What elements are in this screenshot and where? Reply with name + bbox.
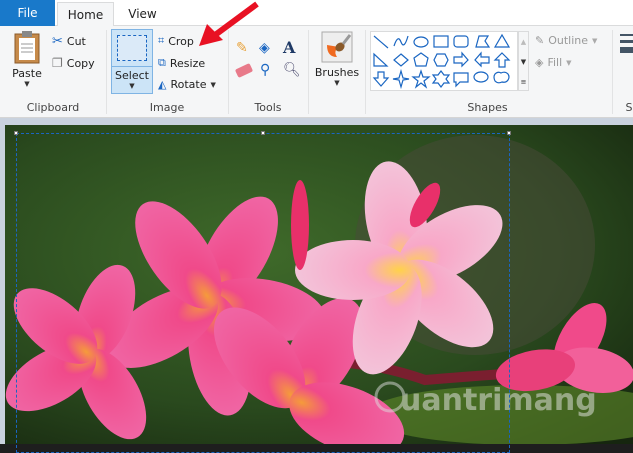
tab-file[interactable]: File [0, 0, 55, 26]
cut-button[interactable]: ✂ Cut [52, 34, 86, 49]
copy-button[interactable]: ❐ Copy [52, 56, 95, 70]
crop-icon: ⌗ [158, 34, 165, 47]
color-picker-icon[interactable]: ⚲ [260, 62, 270, 78]
paste-button[interactable]: Paste ▼ [8, 30, 46, 88]
shapes-gallery[interactable] [370, 31, 518, 91]
brush-icon [321, 31, 353, 63]
flower-photo[interactable]: uantrimang [5, 125, 633, 444]
selection-handle[interactable] [14, 131, 18, 135]
watermark-text: uantrimang [400, 383, 597, 418]
outline-pen-icon: ✎ [535, 34, 545, 47]
tab-view[interactable]: View [115, 2, 170, 26]
magnifier-icon[interactable]: 🔍︎ [283, 62, 301, 78]
group-label-shapes: Shapes [467, 101, 508, 114]
shapes-scrollbar[interactable]: ▲ ▼ ≡ [518, 31, 529, 91]
rotate-label: Rotate [170, 78, 207, 91]
brushes-label: Brushes [314, 66, 360, 79]
copy-icon: ❐ [52, 56, 63, 70]
fill-icon: ◈ [535, 56, 544, 69]
tab-home[interactable]: Home [57, 2, 114, 27]
crop-button[interactable]: ⌗ Crop [158, 34, 194, 48]
fill-label: Fill [547, 56, 563, 69]
select-button[interactable]: Select ▼ [111, 29, 153, 94]
outline-label: Outline [548, 34, 589, 47]
resize-icon: ⧉ [158, 56, 166, 69]
select-rect-icon [117, 35, 147, 61]
ribbon-tabs: File Home View [0, 0, 633, 27]
resize-button[interactable]: ⧉ Resize [158, 56, 205, 70]
rotate-button[interactable]: ◭ Rotate ▼ [158, 78, 216, 91]
copy-label: Copy [66, 56, 95, 70]
clipboard-icon [14, 31, 40, 64]
paste-dropdown-icon: ▼ [24, 80, 30, 88]
group-label-image: Image [149, 101, 185, 114]
watermark-logo: uantrimang [374, 381, 597, 418]
size-button[interactable] [620, 34, 633, 53]
red-arrow-annotation [199, 1, 259, 46]
group-label-size-partial: S [625, 101, 633, 114]
canvas-area[interactable]: uantrimang [0, 118, 633, 444]
select-dropdown-icon: ▼ [129, 82, 135, 90]
select-label: Select [112, 66, 152, 82]
eraser-icon[interactable] [234, 63, 254, 78]
paste-label: Paste [12, 67, 42, 80]
ribbon: Paste ▼ ✂ Cut ❐ Copy Clipboard Select ▼ ⌗ C… [0, 26, 633, 118]
fill-dropdown-icon: ▼ [566, 58, 572, 67]
group-label-clipboard: Clipboard [26, 101, 80, 114]
resize-label: Resize [169, 56, 206, 70]
fill-button[interactable]: ◈ Fill ▼ [535, 56, 572, 69]
outline-dropdown-icon: ▼ [592, 36, 598, 45]
text-tool-icon[interactable]: A [283, 38, 295, 57]
cut-label: Cut [66, 35, 86, 48]
selection-handle[interactable] [261, 131, 265, 135]
scissors-icon: ✂ [52, 34, 63, 49]
rotate-dropdown-icon: ▼ [210, 80, 216, 89]
brushes-dropdown-icon: ▼ [334, 79, 340, 87]
outline-button[interactable]: ✎ Outline ▼ [535, 34, 597, 47]
shapes-icons [372, 33, 511, 90]
brushes-button[interactable]: Brushes ▼ [313, 31, 361, 87]
rotate-icon: ◭ [158, 78, 167, 91]
selection-handle[interactable] [507, 131, 511, 135]
group-label-tools: Tools [254, 101, 282, 114]
crop-label: Crop [168, 34, 194, 48]
